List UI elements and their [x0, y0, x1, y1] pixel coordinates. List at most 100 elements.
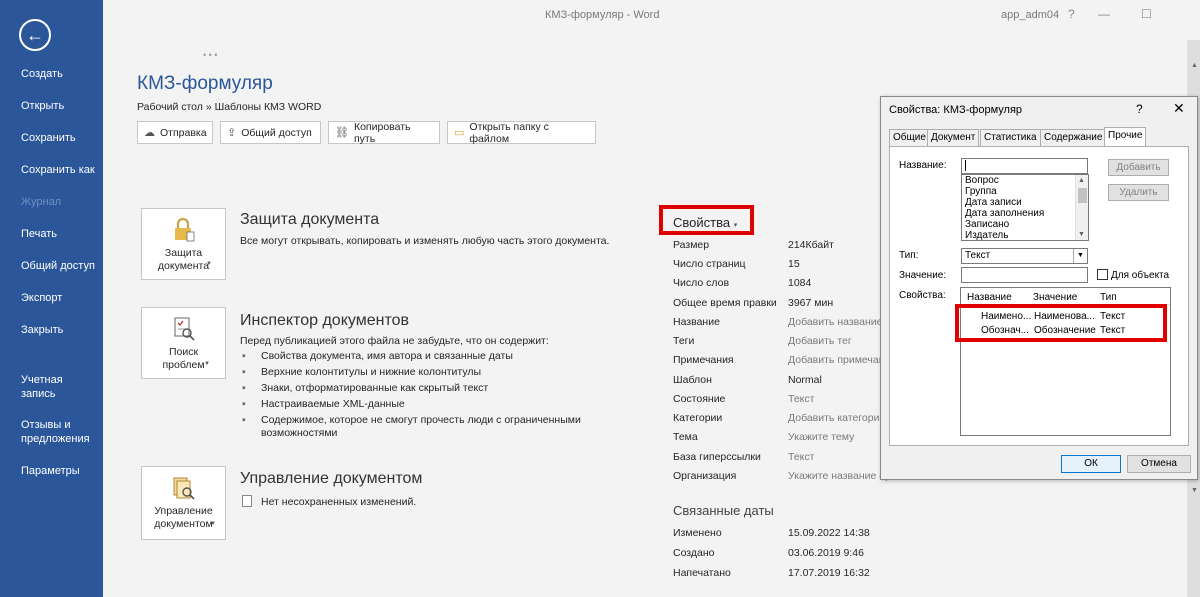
upload-button[interactable]: ☁ Отправка — [137, 121, 213, 144]
copy-path-label: Копировать путь — [353, 120, 411, 145]
sidebar-item-export[interactable]: Экспорт — [21, 291, 101, 305]
dialog-close-icon[interactable]: ✕ — [1173, 100, 1185, 117]
tab-general[interactable]: Общие — [889, 129, 930, 146]
properties-header[interactable]: Свойства ▾ — [659, 205, 754, 235]
prop-value: Normal — [788, 374, 822, 386]
list-item[interactable]: Дата записи — [962, 197, 1088, 208]
inspect-bullet: Знаки, отформатированные как скрытый тек… — [242, 382, 604, 395]
sidebar-item-print[interactable]: Печать — [21, 227, 101, 241]
sidebar-item-open[interactable]: Открыть — [21, 99, 101, 113]
cancel-button[interactable]: Отмена — [1127, 455, 1191, 473]
ok-button[interactable]: ОК — [1061, 455, 1121, 473]
cloud-upload-icon: ☁ — [144, 127, 155, 139]
manage-title: Управление документом — [240, 470, 423, 487]
add-button[interactable]: Добавить — [1108, 159, 1169, 176]
type-select[interactable]: Текст ▼ — [961, 248, 1088, 264]
list-item[interactable]: Группа — [962, 186, 1088, 197]
list-item[interactable]: Вопрос — [962, 175, 1088, 186]
list-item[interactable]: Дата заполнения — [962, 208, 1088, 219]
help-icon[interactable]: ? — [1068, 7, 1075, 21]
list-scrollbar[interactable]: ▲ ▼ — [1075, 175, 1088, 240]
lock-icon — [175, 217, 195, 242]
name-input[interactable] — [961, 158, 1088, 174]
prop-value: 15 — [788, 258, 800, 270]
column-header-type[interactable]: Тип — [1100, 292, 1117, 303]
scroll-down-icon[interactable]: ▼ — [1191, 487, 1198, 494]
sidebar-item-share[interactable]: Общий доступ — [21, 259, 101, 273]
sidebar-item-account[interactable]: Учетная запись — [21, 373, 81, 401]
sidebar-item-save[interactable]: Сохранить — [21, 131, 101, 145]
prop-value-input[interactable]: Добавить тег — [788, 335, 852, 347]
prop-value-input[interactable]: Добавить название — [788, 316, 882, 328]
prop-label: Организация — [673, 470, 737, 482]
breadcrumb: Рабочий стол » Шаблоны КМЗ WORD — [137, 101, 322, 113]
sidebar-item-history: Журнал — [21, 196, 62, 208]
properties-label: Свойства — [673, 215, 731, 230]
prop-value-input[interactable]: Укажите название ор — [788, 470, 891, 482]
inspect-bullet: Свойства документа, имя автора и связанн… — [242, 350, 604, 363]
link-to-content-label: Для объекта — [1111, 270, 1170, 281]
sidebar-item-save-as[interactable]: Сохранить как — [21, 163, 101, 177]
name-options-list[interactable]: Вопрос Группа Дата записи Дата заполнени… — [961, 174, 1089, 241]
scroll-up-icon[interactable]: ▲ — [1191, 62, 1198, 69]
column-header-value[interactable]: Значение — [1033, 292, 1077, 303]
protect-document-button[interactable]: Защита документа ▼ — [141, 208, 226, 280]
check-issues-button[interactable]: Поиск проблем ▼ — [141, 307, 226, 379]
chevron-down-icon: ▼ — [210, 521, 216, 527]
upload-label: Отправка — [160, 126, 207, 139]
tab-contents[interactable]: Содержание — [1040, 129, 1107, 146]
delete-button[interactable]: Удалить — [1108, 184, 1169, 201]
prop-label: Теги — [673, 335, 695, 347]
related-dates-title: Связанные даты — [673, 503, 774, 518]
manage-document-label: Управление документом — [154, 505, 213, 530]
link-to-content-checkbox[interactable] — [1097, 269, 1108, 280]
tab-document[interactable]: Документ — [927, 129, 980, 146]
custom-properties-panel: Название: Вопрос Группа Дата записи Дата… — [889, 146, 1189, 446]
scroll-thumb[interactable] — [1078, 188, 1087, 203]
copy-path-button[interactable]: ⛓ Копировать путь — [328, 120, 440, 145]
sidebar-item-feedback[interactable]: Отзывы и предложения — [21, 418, 96, 446]
document-icon — [242, 495, 252, 507]
highlight-box — [955, 304, 1167, 342]
sidebar-item-close[interactable]: Закрыть — [21, 323, 101, 337]
sidebar-item-options[interactable]: Параметры — [21, 464, 101, 478]
column-header-name[interactable]: Название — [967, 292, 1012, 303]
minimize-icon[interactable]: — — [1098, 7, 1110, 21]
prop-label: Шаблон — [673, 374, 712, 386]
date-value: 17.07.2019 16:32 — [788, 567, 870, 579]
user-account[interactable]: app_adm04 — [1001, 9, 1059, 21]
open-folder-button[interactable]: ▭ Открыть папку с файлом — [447, 121, 596, 145]
link-icon: ⛓ — [335, 127, 349, 139]
prop-value: 214Кбайт — [788, 239, 834, 251]
prop-label: Число слов — [673, 277, 730, 289]
dots-icon: • • • — [203, 50, 218, 60]
prop-value-input[interactable]: Добавить категорию — [788, 412, 887, 424]
date-value: 15.09.2022 14:38 — [788, 527, 870, 539]
list-item[interactable]: Записано — [962, 219, 1088, 230]
tab-custom[interactable]: Прочие — [1104, 127, 1147, 146]
share-button[interactable]: ⇪ Общий доступ — [220, 121, 321, 144]
title-bar: КМЗ-формуляр - Word app_adm04 ? — ☐ — [103, 0, 1200, 32]
prop-label: Название — [673, 316, 720, 328]
value-input[interactable] — [961, 267, 1088, 283]
prop-value-input[interactable]: Текст — [788, 393, 814, 405]
maximize-icon[interactable]: ☐ — [1141, 7, 1152, 21]
inspect-description: Перед публикацией этого файла не забудьт… — [240, 335, 549, 347]
tab-statistics[interactable]: Статистика — [980, 129, 1041, 146]
sidebar-item-new[interactable]: Создать — [21, 67, 101, 81]
prop-value-input[interactable]: Укажите тему — [788, 431, 854, 443]
manage-document-button[interactable]: Управление документом ▼ — [141, 466, 226, 540]
window-title: КМЗ-формуляр - Word — [545, 9, 660, 21]
inspect-title: Инспектор документов — [240, 312, 409, 329]
back-arrow-icon[interactable]: ← — [19, 19, 51, 51]
value-label: Значение: — [899, 270, 947, 281]
share-icon: ⇪ — [227, 127, 237, 139]
list-item[interactable]: Издатель — [962, 230, 1088, 240]
folder-icon: ▭ — [454, 127, 465, 139]
dialog-help-icon[interactable]: ? — [1136, 102, 1143, 116]
scroll-down-icon[interactable]: ▼ — [1078, 231, 1085, 238]
type-value: Текст — [965, 250, 991, 261]
scroll-up-icon[interactable]: ▲ — [1078, 177, 1085, 184]
prop-value-input[interactable]: Добавить примечан — [788, 354, 885, 366]
prop-value-input[interactable]: Текст — [788, 451, 814, 463]
